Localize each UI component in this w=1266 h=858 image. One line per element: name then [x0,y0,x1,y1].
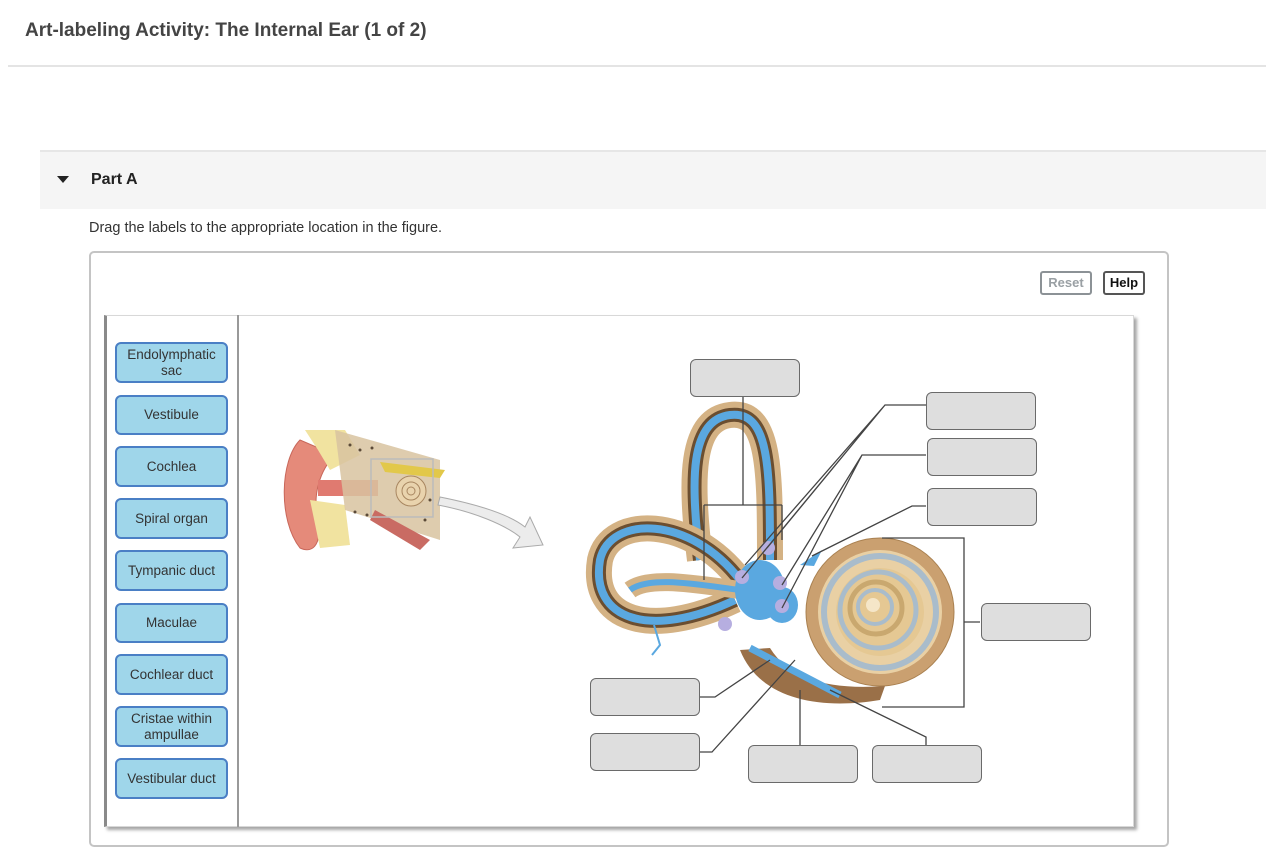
label-endolymphatic-sac[interactable]: Endolymphatic sac [115,342,228,383]
label-vestibule[interactable]: Vestibule [115,395,228,435]
reset-button[interactable]: Reset [1040,271,1092,295]
label-maculae[interactable]: Maculae [115,603,228,643]
part-a-header[interactable]: Part A [40,150,1266,209]
drop-target-4[interactable] [927,488,1037,526]
label-spiral-organ[interactable]: Spiral organ [115,498,228,539]
label-cristae-within-ampullae[interactable]: Cristae within ampullae [115,706,228,747]
label-cochlear-duct[interactable]: Cochlear duct [115,654,228,695]
label-tray-divider [237,315,239,827]
drop-target-8[interactable] [748,745,858,783]
drop-target-7[interactable] [590,733,700,771]
label-cochlea[interactable]: Cochlea [115,446,228,487]
title-divider [8,65,1266,67]
drop-target-9[interactable] [872,745,982,783]
drop-target-5[interactable] [981,603,1091,641]
label-tympanic-duct[interactable]: Tympanic duct [115,550,228,591]
label-vestibular-duct[interactable]: Vestibular duct [115,758,228,799]
drop-target-2[interactable] [926,392,1036,430]
instructions: Drag the labels to the appropriate locat… [89,220,443,236]
drop-target-1[interactable] [690,359,800,397]
part-label: Part A [91,171,138,188]
page-title: Art-labeling Activity: The Internal Ear … [25,20,427,41]
drop-target-3[interactable] [927,438,1037,476]
drop-target-6[interactable] [590,678,700,716]
help-button[interactable]: Help [1103,271,1145,295]
caret-down-icon[interactable] [57,176,69,183]
